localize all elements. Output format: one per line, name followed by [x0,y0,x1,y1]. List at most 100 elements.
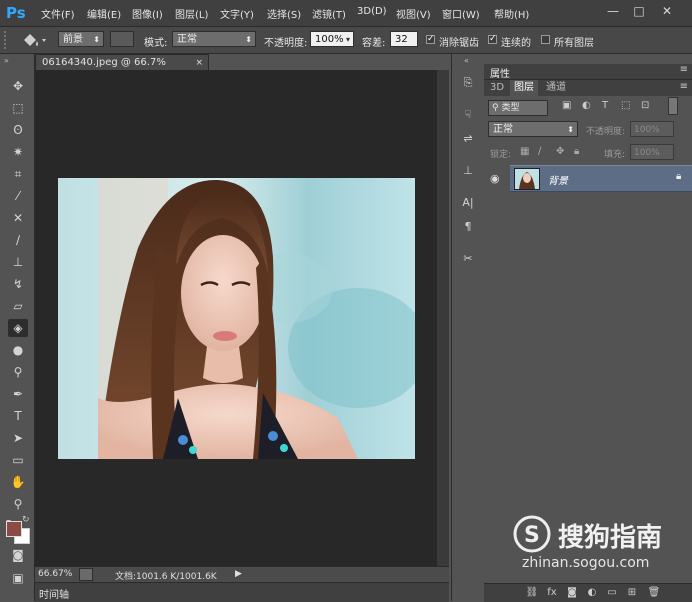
filter-shape-icon[interactable]: ⬚ [621,100,630,111]
blur-tool-icon[interactable]: ● [8,341,28,359]
history-brush-tool-icon[interactable]: ↯ [8,275,28,293]
filter-toggle[interactable] [668,97,678,115]
strip-collapse-icon[interactable]: « [464,56,469,65]
path-selection-tool-icon[interactable]: ➤ [8,429,28,447]
mode-dropdown[interactable]: 正常 ⬍ [172,31,256,47]
menu-edit[interactable]: 编辑(E) [87,6,121,21]
tools-panel: » ✥ ⬚ ʘ ✷ ⌗ ⁄ ✕ ∕ ⊥ ↯ ▱ ◈ ● ⚲ ✒ T ➤ ▭ ✋ … [0,54,35,601]
document-image[interactable] [58,178,415,459]
status-menu-arrow-icon[interactable]: ▶ [235,569,242,579]
eraser-tool-icon[interactable]: ▱ [8,297,28,315]
menu-window[interactable]: 窗口(W) [442,6,480,21]
maximize-button[interactable]: □ [628,2,650,20]
close-button[interactable]: ✕ [656,2,678,20]
screen-mode-icon[interactable]: ▣ [8,569,28,587]
tolerance-input[interactable]: 32 [390,31,418,47]
rectangle-tool-icon[interactable]: ▭ [8,451,28,469]
fill-input[interactable]: 100% [630,144,674,160]
opacity-label: 不透明度: [264,38,308,49]
healing-tool-icon[interactable]: ✕ [8,209,28,227]
trash-icon[interactable]: 🗑︎ [646,586,662,600]
menu-image[interactable]: 图像(I) [132,6,163,21]
magic-wand-tool-icon[interactable]: ✷ [8,143,28,161]
opacity-input[interactable]: 100% ▾ [310,31,354,47]
history-panel-icon[interactable]: ⎘ [458,74,478,92]
layer-kind-filter[interactable]: ⚲ 类型 [488,100,548,116]
link-layers-icon[interactable]: ⛓ [524,586,540,600]
tab-layers[interactable]: 图层 [510,80,538,96]
brush-presets-icon[interactable]: ✂ [458,250,478,268]
paint-bucket-tool-icon[interactable]: ◈ [8,319,28,337]
layer-style-icon[interactable]: fx [544,586,560,600]
quick-mask-icon[interactable]: ◙ [8,546,28,564]
layer-row-background[interactable]: 背景 🔒︎ [510,165,692,192]
lock-transparent-icon[interactable]: ▦ [520,146,529,157]
filter-type-icon[interactable]: T [602,100,608,111]
character-panel-icon[interactable]: A| [458,194,478,212]
menu-type[interactable]: 文字(Y) [220,6,254,21]
menu-view[interactable]: 视图(V) [396,6,431,21]
filter-smart-icon[interactable]: ⊡ [641,100,649,111]
tab-channels[interactable]: 通道 [542,80,570,96]
export-icon[interactable] [79,568,93,581]
panel-collapse-icon[interactable]: » [4,56,9,65]
menu-filter[interactable]: 滤镜(T) [312,6,346,21]
zoom-level[interactable]: 66.67% [38,569,72,579]
move-tool-icon[interactable]: ✥ [8,77,28,95]
minimize-button[interactable]: — [602,2,624,20]
timeline-panel[interactable]: 时间轴 [35,582,449,602]
layer-thumbnail [514,168,540,190]
clone-stamp-tool-icon[interactable]: ⊥ [8,253,28,271]
visibility-eye-icon[interactable]: ◉ [490,172,500,185]
menu-layer[interactable]: 图层(L) [175,6,208,21]
close-tab-icon[interactable]: × [195,55,203,71]
tool-preset-picker[interactable] [20,31,48,49]
group-folder-icon[interactable]: ▭ [604,586,620,600]
tab-3d[interactable]: 3D [486,80,508,96]
vertical-scrollbar[interactable] [437,70,449,566]
new-layer-icon[interactable]: ⊞ [624,586,640,600]
antialias-checkbox[interactable]: ✓ [426,35,435,44]
menu-help[interactable]: 帮助(H) [494,6,529,21]
filter-adjustment-icon[interactable]: ◐ [582,100,591,111]
adjustments-icon[interactable]: ⇌ [458,130,478,148]
pattern-picker[interactable] [110,31,134,47]
dodge-tool-icon[interactable]: ⚲ [8,363,28,381]
blend-mode-dropdown[interactable]: 正常 ⬍ [488,121,578,137]
layer-lock-icon: 🔒︎ [676,171,682,182]
paragraph-panel-icon[interactable]: ¶ [458,218,478,236]
lasso-tool-icon[interactable]: ʘ [8,121,28,139]
layer-opacity-input[interactable]: 100% [630,121,674,137]
foreground-color-swatch[interactable] [6,521,22,537]
lock-position-icon[interactable]: ✥ [556,146,564,157]
filter-pixel-icon[interactable]: ▣ [562,100,571,111]
document-tab[interactable]: 06164340.jpeg @ 66.7%(RGB/8#) × [35,54,209,84]
brush-tool-icon[interactable]: ∕ [8,231,28,249]
all-layers-checkbox[interactable] [541,35,550,44]
type-tool-icon[interactable]: T [8,407,28,425]
adjustment-layer-icon[interactable]: ◐ [584,586,600,600]
options-grip[interactable] [4,31,16,49]
lock-all-icon[interactable]: 🔒︎ [574,146,579,157]
fill-source-dropdown[interactable]: 前景 ⬍ [58,31,104,47]
lock-image-icon[interactable]: ∕ [538,146,541,157]
layers-menu-icon[interactable]: ≡ [680,81,688,92]
paint-bucket-icon [24,34,46,46]
hand-tool-icon[interactable]: ✋ [8,473,28,491]
crop-tool-icon[interactable]: ⌗ [8,165,28,183]
add-mask-icon[interactable]: ◙ [564,586,580,600]
menu-3d[interactable]: 3D(D) [357,6,387,17]
tool-presets-icon[interactable]: ☟ [458,106,478,124]
zoom-tool-icon[interactable]: ⚲ [8,495,28,513]
marquee-tool-icon[interactable]: ⬚ [8,99,28,117]
pen-tool-icon[interactable]: ✒ [8,385,28,403]
properties-header[interactable]: 属性 ≡ [484,64,692,80]
eyedropper-tool-icon[interactable]: ⁄ [8,187,28,205]
swap-colors-icon[interactable]: ↻ [22,515,30,525]
align-icon[interactable]: ⊥ [458,162,478,180]
menu-select[interactable]: 选择(S) [267,6,301,21]
menu-file[interactable]: 文件(F) [41,6,75,21]
panel-menu-icon[interactable]: ≡ [680,64,688,75]
tolerance-value: 32 [395,34,408,45]
contiguous-checkbox[interactable]: ✓ [488,35,497,44]
